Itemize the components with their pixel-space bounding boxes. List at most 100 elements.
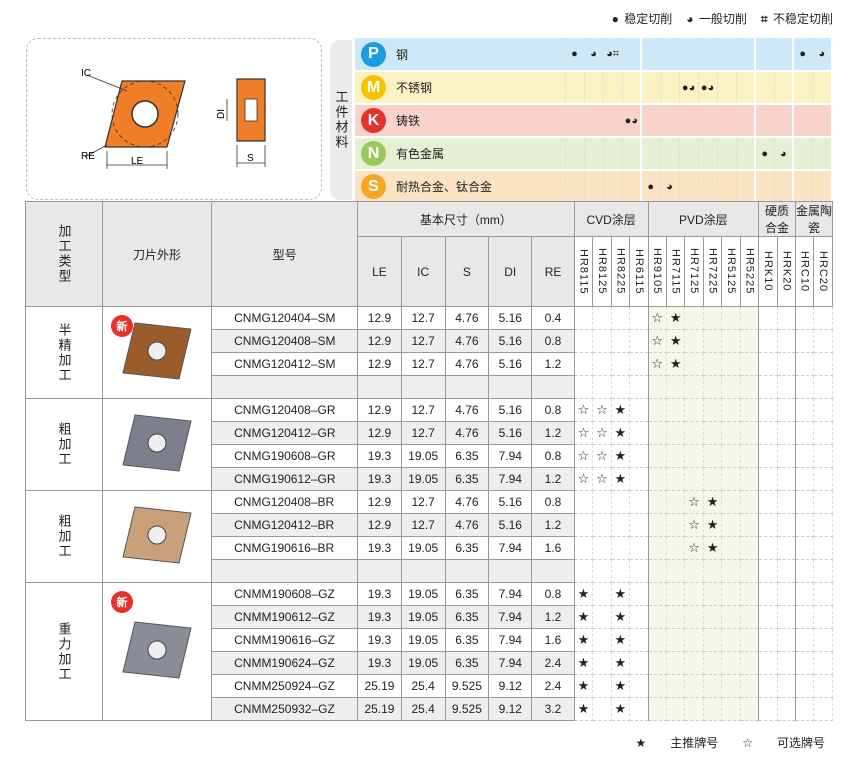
grade-mark-cell — [813, 582, 833, 606]
material-grade-cell — [811, 71, 831, 105]
grade-legend-label: 主推牌号 — [670, 736, 719, 750]
grade-mark-cell — [813, 467, 833, 491]
material-name-cell: S 耐热合金、钛合金 — [355, 170, 565, 204]
material-grade-cell — [773, 104, 793, 138]
material-badge-icon: S — [361, 174, 386, 199]
grade-mark-cell — [776, 467, 797, 491]
grade-mark-cell — [813, 398, 833, 422]
grade-mark-cell: ☆ — [684, 536, 704, 560]
dim-cell-ic: 19.05 — [400, 444, 446, 468]
grade-mark-cell — [739, 697, 760, 721]
grade-mark-cell — [794, 674, 815, 698]
dims-header: 基本尺寸（mm） — [357, 201, 575, 237]
grade-mark-cell — [758, 375, 778, 399]
insert-dimension-diagram: IC LE RE DI S — [26, 38, 322, 200]
grade-mark-cell — [813, 329, 833, 353]
dim-cell-di: 7.94 — [488, 651, 533, 675]
grade-mark-cell — [665, 467, 686, 491]
material-row: M 不锈钢 ●◕ ●◕ — [355, 71, 831, 105]
grade-mark-cell — [665, 421, 686, 445]
grade-mark-cell — [721, 582, 741, 606]
grade-mark-cell — [776, 329, 797, 353]
grade-mark-cell — [629, 674, 649, 698]
grade-mark-cell — [684, 651, 704, 675]
table-row: 半精加工新 CNMG120404–SM 12.9 12.7 4.76 5.16 0.4 ☆ ★ — [25, 306, 833, 399]
grade-mark-cell — [665, 651, 686, 675]
grade-col-header: HR5125 — [721, 236, 741, 307]
grade-col-header: HR6115 — [629, 236, 649, 307]
material-grade-cell — [754, 104, 774, 138]
grade-mark-cell — [610, 559, 631, 583]
dim-cell-di — [488, 559, 533, 583]
material-grade-cell — [811, 137, 831, 171]
material-grade-cell — [659, 104, 679, 138]
grade-mark-cell — [684, 467, 704, 491]
grade-mark-cell — [758, 306, 778, 330]
dim-cell-s: 4.76 — [444, 421, 490, 445]
dim-cell-ic — [400, 559, 446, 583]
insert-hole — [131, 100, 159, 128]
re-label: RE — [81, 151, 95, 162]
model-cell: CNMG120408–BR — [211, 490, 359, 514]
material-grade-cell — [678, 137, 698, 171]
grade-mark-cell — [776, 582, 797, 606]
grade-mark-cell — [758, 421, 778, 445]
dim-cell-di: 7.94 — [488, 628, 533, 652]
grade-mark-cell — [813, 605, 833, 629]
material-grade-cell: ● — [640, 170, 660, 204]
grade-mark-cell — [776, 651, 797, 675]
grade-mark-cell: ★ — [610, 444, 631, 468]
grade-mark-cell: ☆ — [573, 398, 594, 422]
grade-mark-cell — [592, 628, 612, 652]
model-cell: CNMG190608–GR — [211, 444, 359, 468]
grade-mark-cell — [758, 628, 778, 652]
grade-mark-cell — [776, 628, 797, 652]
grade-mark-cell — [794, 421, 815, 445]
material-grade-cell — [716, 170, 736, 204]
grade-mark-cell — [684, 628, 704, 652]
grade-mark-cell — [758, 398, 778, 422]
material-grade-cell — [735, 170, 755, 204]
dim-cell-re: 1.2 — [531, 605, 575, 629]
grade-col-header: HR8125 — [592, 236, 612, 307]
grade-mark-cell — [629, 697, 649, 721]
grade-mark-cell — [647, 628, 667, 652]
grade-col-header: HRC10 — [794, 236, 815, 307]
grade-mark-cell — [592, 513, 612, 537]
grade-mark-cell — [721, 651, 741, 675]
legend-item-1: ◕ 一般切削 — [686, 12, 747, 26]
grade-mark-cell — [629, 444, 649, 468]
dim-cell-di: 7.94 — [488, 582, 533, 606]
grade-mark-cell — [647, 421, 667, 445]
grade-mark-cell — [739, 421, 760, 445]
legend-item-0: ● 稳定切削 — [612, 12, 673, 26]
legend-label: 一般切削 — [698, 12, 747, 26]
material-grade-cell: ●◕ — [621, 104, 641, 138]
material-grade-cell — [621, 137, 641, 171]
grade-mark-cell — [665, 697, 686, 721]
dim-cell-re: 1.2 — [531, 352, 575, 376]
grade-mark-cell — [721, 559, 741, 583]
new-badge-icon: 新 — [111, 591, 133, 613]
category-cell: 粗加工 — [25, 490, 103, 583]
dim-cell-s: 6.35 — [444, 605, 490, 629]
material-grade-cell — [735, 71, 755, 105]
grade-mark-cell — [665, 513, 686, 537]
dim-cell-ic: 19.05 — [400, 605, 446, 629]
grade-mark-cell — [592, 306, 612, 330]
material-grade-cell — [678, 38, 698, 72]
grade-mark-cell: ★ — [610, 398, 631, 422]
grade-mark-cell — [592, 490, 612, 514]
model-cell: CNMG120408–SM — [211, 329, 359, 353]
dim-cell-re: 0.8 — [531, 490, 575, 514]
grade-mark-cell — [629, 651, 649, 675]
dim-cell-ic: 12.7 — [400, 306, 446, 330]
material-badge-icon: K — [361, 108, 386, 133]
grade-mark-cell — [721, 421, 741, 445]
material-grade-cell — [697, 104, 717, 138]
table-row: 粗加工 CNMG120408–BR 12.9 12.7 4.76 5.16 0.8 ☆ ★ — [25, 490, 833, 583]
dim-cell-le: 25.19 — [357, 674, 402, 698]
material-grade-cell — [621, 71, 641, 105]
dim-cell-le: 19.3 — [357, 605, 402, 629]
grade-mark-cell — [721, 490, 741, 514]
